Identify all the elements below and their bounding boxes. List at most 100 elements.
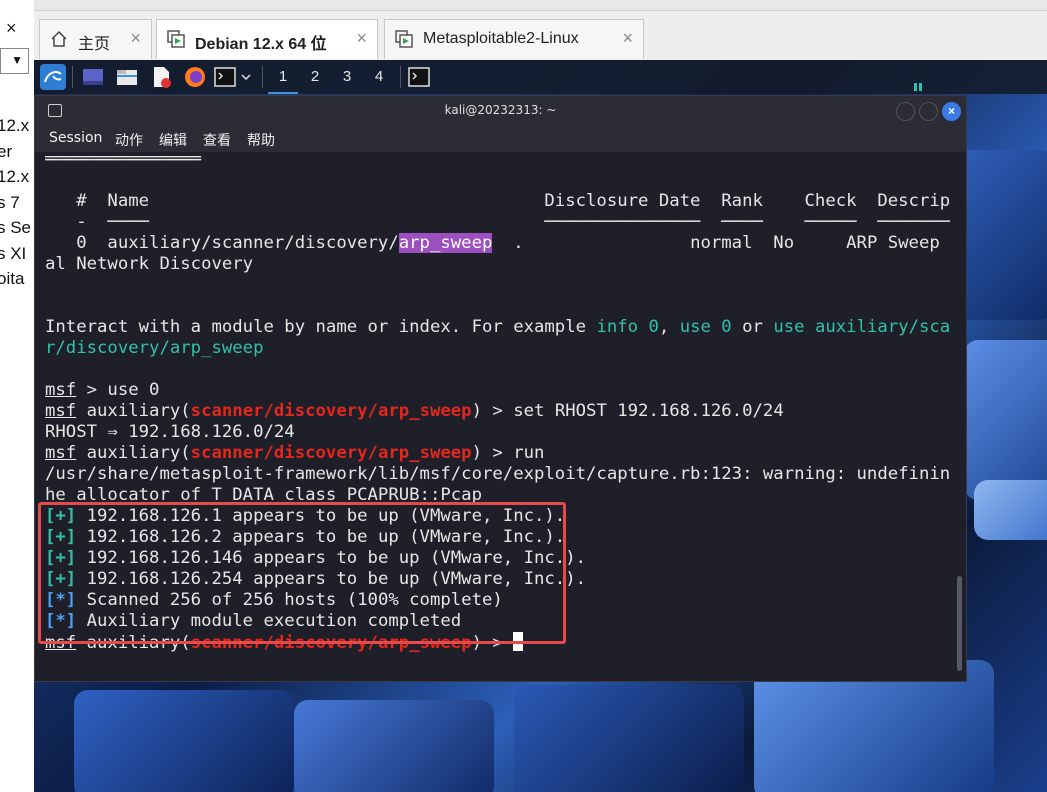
terminal-output[interactable]: ═══════════════ # Name Disclosure Date R…: [45, 152, 950, 677]
status-line: [*] Auxiliary module execution completed: [45, 611, 461, 632]
status-text: Auxiliary module execution completed: [76, 611, 462, 631]
library-item[interactable]: oita: [0, 269, 31, 295]
menu-edit[interactable]: 编辑: [159, 130, 187, 150]
warning-line: /usr/share/metasploit-framework/lib/msf/…: [45, 464, 950, 484]
result-line: [+] 192.168.126.254 appears to be up (VM…: [45, 569, 586, 590]
minimize-button[interactable]: [896, 102, 915, 121]
search-match: arp_sweep: [398, 233, 493, 253]
wallpaper-shape: [974, 480, 1047, 540]
msf-prompt: msf: [45, 401, 77, 421]
wallpaper-shape: [294, 700, 494, 792]
hint-text: or: [731, 317, 774, 337]
tab-debian[interactable]: Debian 12.x 64 位 ×: [156, 19, 378, 59]
library-item[interactable]: 12.x: [0, 116, 31, 142]
close-icon[interactable]: ×: [130, 28, 141, 49]
hint-command: info 0: [596, 317, 659, 337]
result-line: [+] 192.168.126.146 appears to be up (VM…: [45, 548, 586, 569]
module-meta: . normal No ARP Sweep Loc: [492, 233, 950, 253]
terminal-titlebar[interactable]: kali@20232313: ~ ×: [35, 96, 966, 126]
window-title: kali@20232313: ~: [444, 103, 557, 117]
terminal-menubar: Session 动作 编辑 查看 帮助: [35, 126, 966, 152]
library-panel: × ▼ 12.x er 12.x s 7 s Se s XI oita: [0, 0, 35, 792]
chevron-down-icon[interactable]: [240, 66, 252, 88]
result-text: 192.168.126.254 appears to be up (VMware…: [76, 569, 587, 589]
menu-actions[interactable]: 动作: [115, 130, 143, 150]
panel-separator: [400, 66, 401, 88]
tab-label: Debian 12.x 64 位: [195, 36, 327, 53]
wallpaper-shape: [74, 690, 294, 792]
output-line: RHOST ⇒ 192.168.126.0/24: [45, 422, 295, 442]
library-dropdown[interactable]: ▼: [0, 48, 29, 74]
close-icon[interactable]: ×: [356, 28, 367, 49]
firefox-icon[interactable]: [184, 66, 206, 88]
prompt-text: auxiliary(: [76, 401, 191, 421]
library-item[interactable]: s 7: [0, 193, 31, 219]
library-item[interactable]: 12.x: [0, 167, 31, 193]
scrollbar[interactable]: [957, 576, 962, 671]
vm-tab-strip: 主页 × Debian 12.x 64 位 × Metasploitable2-…: [34, 0, 1047, 60]
module-name: scanner/discovery/arp_sweep: [190, 401, 472, 421]
vm-icon: [167, 30, 185, 48]
close-button[interactable]: ×: [942, 102, 961, 121]
kali-menu-icon[interactable]: [40, 64, 66, 90]
result-text: 192.168.126.2 appears to be up (VMware, …: [76, 527, 566, 547]
success-marker: [+]: [45, 548, 77, 568]
show-desktop-icon[interactable]: [82, 66, 104, 88]
library-item[interactable]: s Se: [0, 218, 31, 244]
library-list: 12.x er 12.x s 7 s Se s XI oita: [0, 116, 31, 295]
hint-text: Interact with a module by name or index.…: [45, 317, 597, 337]
table-header-rule: - ──── ─────────────── ──── ───── ──────…: [45, 212, 950, 232]
command-text: ) > set RHOST 192.168.126.0/24: [471, 401, 784, 421]
tab-metasploitable[interactable]: Metasploitable2-Linux ×: [384, 19, 644, 59]
close-icon[interactable]: ×: [622, 28, 633, 49]
chevron-down-icon: ▼: [11, 53, 23, 67]
prompt-text: auxiliary(: [76, 633, 191, 653]
file-manager-icon[interactable]: [116, 66, 138, 88]
vm-icon: [395, 30, 413, 48]
kali-panel: 1 2 3 4: [34, 60, 1047, 94]
terminal-launcher-icon[interactable]: [214, 66, 236, 88]
text-editor-icon[interactable]: [150, 66, 172, 88]
tab-label: Metasploitable2-Linux: [423, 30, 579, 47]
prompt-text: ) >: [471, 633, 514, 653]
hint-command: use auxiliary/scanne: [773, 317, 950, 337]
menu-help[interactable]: 帮助: [247, 130, 275, 150]
menu-session[interactable]: Session: [49, 130, 102, 146]
info-marker: [*]: [45, 611, 77, 631]
workspace-3[interactable]: 3: [332, 66, 362, 92]
panel-separator: [72, 66, 73, 88]
wallpaper-shape: [514, 685, 744, 792]
prompt-line: msf > use 0: [45, 380, 159, 401]
terminal-window[interactable]: kali@20232313: ~ × Session 动作 编辑 查看 帮助 ═…: [34, 95, 967, 682]
result-text: 192.168.126.1 appears to be up (VMware, …: [76, 506, 566, 526]
module-name: scanner/discovery/arp_sweep: [190, 633, 472, 653]
result-text: 192.168.126.146 appears to be up (VMware…: [76, 548, 587, 568]
hint-command: use 0: [679, 317, 732, 337]
cpu-graph-icon: [919, 83, 922, 91]
result-line: [+] 192.168.126.1 appears to be up (VMwa…: [45, 506, 565, 527]
success-marker: [+]: [45, 527, 77, 547]
module-name: scanner/discovery/arp_sweep: [190, 443, 472, 463]
command-text: ) > run: [471, 443, 545, 463]
output-line: ═══════════════: [45, 152, 202, 169]
result-line: [+] 192.168.126.2 appears to be up (VMwa…: [45, 527, 565, 548]
tab-home[interactable]: 主页 ×: [39, 19, 152, 59]
menu-view[interactable]: 查看: [203, 130, 231, 150]
library-item[interactable]: er: [0, 142, 31, 168]
library-item[interactable]: s XI: [0, 244, 31, 270]
workspace-1[interactable]: 1: [268, 66, 298, 94]
msf-prompt: msf: [45, 443, 77, 463]
workspace-4[interactable]: 4: [364, 66, 394, 92]
prompt-text: auxiliary(: [76, 443, 191, 463]
wallpaper-shape: [964, 340, 1047, 500]
warning-line: he allocator of T_DATA class PCAPRUB::Pc…: [45, 485, 482, 505]
hint-text: ,: [658, 317, 680, 337]
workspace-2[interactable]: 2: [300, 66, 330, 92]
cpu-graph-icon: [914, 83, 917, 91]
terminal-task-icon[interactable]: [408, 66, 430, 88]
prompt-line: msf auxiliary(scanner/discovery/arp_swee…: [45, 443, 544, 464]
library-close-icon[interactable]: ×: [6, 18, 17, 39]
maximize-button[interactable]: [919, 102, 938, 121]
output-line: al Network Discovery: [45, 254, 254, 274]
prompt-line: msf auxiliary(scanner/discovery/arp_swee…: [45, 401, 784, 422]
